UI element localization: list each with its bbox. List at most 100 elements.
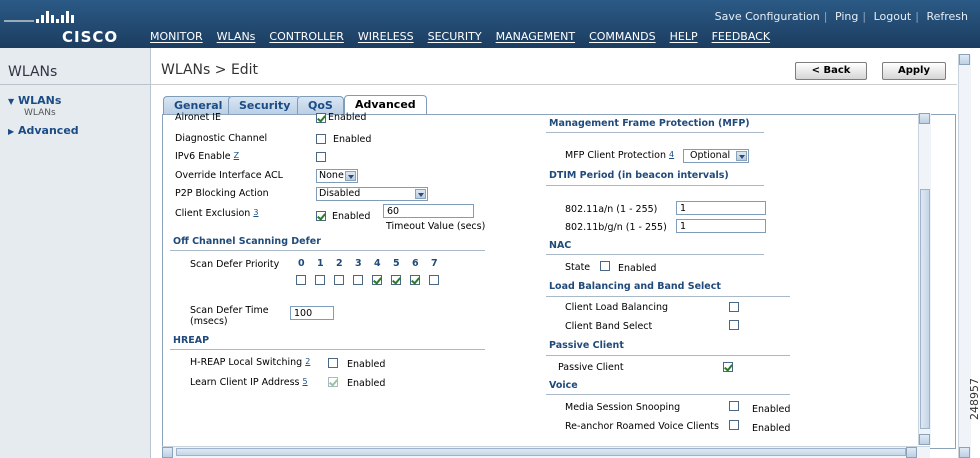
hreap-heading: HREAP xyxy=(173,335,210,346)
divider xyxy=(170,349,485,350)
scan-defer-priority-label: Scan Defer Priority xyxy=(190,259,280,270)
sidebar-subitem-wlans[interactable]: WLANs xyxy=(24,108,56,118)
nav-wireless[interactable]: WIRELESS xyxy=(358,30,414,43)
dtim-a-label: 802.11a/n (1 - 255) xyxy=(565,204,658,215)
media-snooping-checkbox[interactable] xyxy=(729,401,739,411)
scroll-thumb[interactable] xyxy=(176,448,906,456)
mfp-client-protection-select[interactable]: Optional xyxy=(683,149,749,163)
timeout-value-input[interactable]: 60 xyxy=(383,204,474,218)
hreap-local-switching-enabled: Enabled xyxy=(347,359,386,370)
refresh-link[interactable]: Refresh xyxy=(926,10,968,23)
p2p-blocking-label: P2P Blocking Action xyxy=(175,188,269,199)
main-nav: MONITOR WLANs CONTROLLER WIRELESS SECURITY MA… xyxy=(150,30,784,43)
priority-checkbox[interactable] xyxy=(391,275,401,285)
dtim-heading: DTIM Period (in beacon intervals) xyxy=(549,170,729,181)
scan-defer-time-input[interactable]: 100 xyxy=(290,306,334,320)
reanchor-label: Re-anchor Roamed Voice Clients xyxy=(565,421,719,432)
dtim-a-input[interactable]: 1 xyxy=(676,201,766,215)
priority-checkbox[interactable] xyxy=(410,275,420,285)
nav-commands[interactable]: COMMANDS xyxy=(589,30,656,43)
priority-checkbox[interactable] xyxy=(296,275,306,285)
diagnostic-channel-enabled: Enabled xyxy=(333,134,372,145)
logout-link[interactable]: Logout xyxy=(874,10,912,23)
priority-label: 7 xyxy=(431,258,438,269)
reanchor-checkbox[interactable] xyxy=(729,420,739,430)
dtim-b-label: 802.11b/g/n (1 - 255) xyxy=(565,222,667,233)
override-acl-select[interactable]: None xyxy=(316,169,358,183)
figure-number: 248957 xyxy=(968,378,980,420)
priority-label: 4 xyxy=(374,258,381,269)
nav-feedback[interactable]: FEEDBACK xyxy=(712,30,770,43)
dtim-b-input[interactable]: 1 xyxy=(676,219,766,233)
panel-scrollbar[interactable] xyxy=(918,113,931,445)
scroll-up-icon[interactable] xyxy=(959,54,970,65)
top-links: Save Configuration | Ping | Logout | Refres… xyxy=(714,10,968,23)
nac-state-checkbox[interactable] xyxy=(600,261,610,271)
expand-right-icon[interactable]: ▶ xyxy=(8,127,14,136)
hreap-local-switching-checkbox[interactable] xyxy=(328,358,338,368)
expand-down-icon[interactable]: ▼ xyxy=(8,97,14,106)
nav-security[interactable]: SECURITY xyxy=(428,30,482,43)
client-exclusion-footnote-link[interactable]: 3 xyxy=(253,208,258,217)
ping-link[interactable]: Ping xyxy=(835,10,858,23)
save-configuration-link[interactable]: Save Configuration xyxy=(715,10,820,23)
client-load-balancing-checkbox[interactable] xyxy=(729,302,739,312)
priority-label: 2 xyxy=(336,258,343,269)
nav-controller[interactable]: CONTROLLER xyxy=(269,30,343,43)
tab-security[interactable]: Security xyxy=(228,96,302,115)
divider xyxy=(546,132,764,133)
divider xyxy=(170,250,485,251)
scroll-up-icon[interactable] xyxy=(919,113,930,124)
aironet-ie-enabled: Enabled xyxy=(328,112,367,123)
passive-client-checkbox[interactable] xyxy=(723,362,733,372)
p2p-blocking-select[interactable]: Disabled xyxy=(316,187,428,201)
aironet-ie-checkbox[interactable] xyxy=(316,113,326,123)
ipv6-enable-label: IPv6 Enable Z xyxy=(175,151,240,162)
client-band-select-checkbox[interactable] xyxy=(729,320,739,330)
panel-horizontal-scrollbar[interactable] xyxy=(162,446,930,458)
priority-label: 6 xyxy=(412,258,419,269)
divider xyxy=(546,296,790,297)
scroll-down-icon[interactable] xyxy=(919,434,930,445)
nav-help[interactable]: HELP xyxy=(670,30,698,43)
scroll-left-icon[interactable] xyxy=(162,447,173,458)
diagnostic-channel-checkbox[interactable] xyxy=(316,134,326,144)
scroll-right-icon[interactable] xyxy=(906,447,917,458)
priority-label: 1 xyxy=(317,258,324,269)
aironet-ie-label: Aironet IE xyxy=(175,112,222,123)
diagnostic-channel-label: Diagnostic Channel xyxy=(175,133,268,144)
voice-heading: Voice xyxy=(549,380,578,391)
priority-checkbox[interactable] xyxy=(429,275,439,285)
hreap-footnote-link[interactable]: 2 xyxy=(305,357,310,366)
back-button[interactable]: < Back xyxy=(795,62,867,80)
priority-checkbox[interactable] xyxy=(315,275,325,285)
learn-client-ip-checkbox[interactable] xyxy=(328,377,338,387)
nav-management[interactable]: MANAGEMENT xyxy=(496,30,575,43)
learn-client-ip-footnote-link[interactable]: 5 xyxy=(303,377,308,386)
override-acl-label: Override Interface ACL xyxy=(175,170,283,181)
divider xyxy=(546,394,790,395)
priority-checkbox[interactable] xyxy=(353,275,363,285)
mfp-heading: Management Frame Protection (MFP) xyxy=(549,118,750,129)
divider xyxy=(546,254,764,255)
mfp-footnote-link[interactable]: 4 xyxy=(669,150,674,159)
scan-defer-time-label: Scan Defer Time xyxy=(190,305,269,316)
nav-wlans[interactable]: WLANs xyxy=(217,30,256,43)
sidebar-item-wlans[interactable]: WLANs xyxy=(18,94,61,107)
cisco-logo: CISCO xyxy=(0,6,150,46)
scroll-thumb[interactable] xyxy=(920,189,930,429)
client-exclusion-checkbox[interactable] xyxy=(316,211,326,221)
client-exclusion-label: Client Exclusion 3 xyxy=(175,208,259,219)
ipv6-footnote-link[interactable]: Z xyxy=(234,151,239,160)
ipv6-enable-checkbox[interactable] xyxy=(316,152,326,162)
priority-checkbox[interactable] xyxy=(334,275,344,285)
apply-button[interactable]: Apply xyxy=(882,62,946,80)
divider xyxy=(546,355,790,356)
media-snooping-enabled: Enabled xyxy=(752,404,791,415)
sidebar-item-advanced[interactable]: Advanced xyxy=(18,124,79,137)
timeout-value-label: Timeout Value (secs) xyxy=(386,221,486,232)
priority-checkbox[interactable] xyxy=(372,275,382,285)
learn-client-ip-label: Learn Client IP Address 5 xyxy=(190,377,308,388)
scroll-down-icon[interactable] xyxy=(959,447,970,458)
nav-monitor[interactable]: MONITOR xyxy=(150,30,203,43)
